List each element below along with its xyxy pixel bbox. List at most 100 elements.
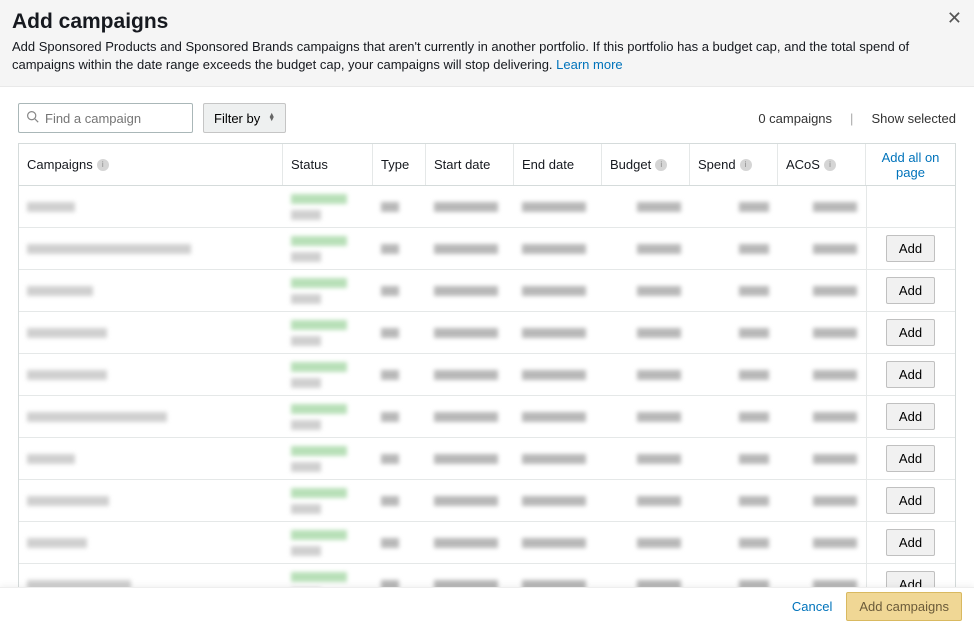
table-cell (602, 448, 690, 470)
table-body: AddAddAddAddAddAddAddAddAddAdd (19, 186, 955, 611)
table-cell (690, 238, 778, 260)
learn-more-link[interactable]: Learn more (556, 57, 622, 72)
sort-icon: ▲▼ (268, 114, 275, 122)
action-cell: Add (866, 522, 955, 563)
table-cell (19, 238, 283, 260)
table-cell (690, 448, 778, 470)
table-cell (690, 280, 778, 302)
action-cell: Add (866, 312, 955, 353)
table-header: Campaignsi Status Type Start date End da… (19, 144, 955, 186)
table-cell (514, 196, 602, 218)
action-cell (866, 186, 955, 227)
table-cell (373, 532, 426, 554)
toolbar: Filter by ▲▼ 0 campaigns | Show selected (0, 87, 974, 143)
table-cell (778, 238, 866, 260)
table-cell (373, 490, 426, 512)
table-cell (283, 188, 373, 226)
info-icon[interactable]: i (824, 159, 836, 171)
table-cell (514, 280, 602, 302)
table-cell (283, 272, 373, 310)
table-cell (602, 196, 690, 218)
table-cell (283, 314, 373, 352)
table-cell (778, 364, 866, 386)
table-cell (19, 532, 283, 554)
action-cell: Add (866, 480, 955, 521)
table-row: Add (19, 438, 955, 480)
table-cell (373, 364, 426, 386)
table-row (19, 186, 955, 228)
col-acos[interactable]: ACoSi (778, 144, 866, 185)
add-button[interactable]: Add (886, 403, 935, 430)
add-button[interactable]: Add (886, 487, 935, 514)
table-cell (426, 532, 514, 554)
table-cell (283, 230, 373, 268)
table-row: Add (19, 312, 955, 354)
table-cell (778, 322, 866, 344)
add-button[interactable]: Add (886, 319, 935, 346)
col-type[interactable]: Type (373, 144, 426, 185)
search-input[interactable] (18, 103, 193, 133)
add-button[interactable]: Add (886, 277, 935, 304)
table-cell (426, 322, 514, 344)
add-button[interactable]: Add (886, 235, 935, 262)
table-cell (426, 490, 514, 512)
table-cell (690, 490, 778, 512)
table-cell (514, 448, 602, 470)
table-cell (283, 524, 373, 562)
table-cell (690, 364, 778, 386)
col-spend[interactable]: Spendi (690, 144, 778, 185)
table-row: Add (19, 354, 955, 396)
add-button[interactable]: Add (886, 529, 935, 556)
table-row: Add (19, 480, 955, 522)
table-cell (19, 364, 283, 386)
table-cell (283, 440, 373, 478)
add-all-on-page-link[interactable]: Add all on page (874, 150, 947, 180)
table-cell (283, 398, 373, 436)
search-wrap (18, 103, 193, 133)
table-cell (19, 280, 283, 302)
table-cell (602, 406, 690, 428)
table-cell (778, 406, 866, 428)
table-cell (514, 406, 602, 428)
table-cell (514, 238, 602, 260)
action-cell: Add (866, 438, 955, 479)
table-cell (19, 196, 283, 218)
table-cell (19, 490, 283, 512)
dialog-title: Add campaigns (12, 10, 958, 34)
col-status[interactable]: Status (283, 144, 373, 185)
cancel-button[interactable]: Cancel (792, 599, 832, 614)
action-cell: Add (866, 270, 955, 311)
info-icon[interactable]: i (740, 159, 752, 171)
table-cell (690, 532, 778, 554)
table-cell (602, 322, 690, 344)
add-button[interactable]: Add (886, 361, 935, 388)
close-icon[interactable]: ✕ (947, 8, 962, 29)
col-start-date[interactable]: Start date (426, 144, 514, 185)
table-row: Add (19, 522, 955, 564)
col-budget[interactable]: Budgeti (602, 144, 690, 185)
col-action: Add all on page (866, 144, 955, 185)
table-cell (602, 364, 690, 386)
table-cell (778, 196, 866, 218)
table-cell (514, 322, 602, 344)
table-cell (373, 238, 426, 260)
col-end-date[interactable]: End date (514, 144, 602, 185)
table-cell (373, 448, 426, 470)
table-cell (19, 322, 283, 344)
table-cell (426, 196, 514, 218)
filter-by-button[interactable]: Filter by ▲▼ (203, 103, 286, 133)
show-selected-link[interactable]: Show selected (871, 111, 956, 126)
add-button[interactable]: Add (886, 445, 935, 472)
table-cell (426, 364, 514, 386)
info-icon[interactable]: i (97, 159, 109, 171)
action-cell: Add (866, 228, 955, 269)
col-campaigns[interactable]: Campaignsi (19, 144, 283, 185)
info-icon[interactable]: i (655, 159, 667, 171)
table-cell (690, 196, 778, 218)
table-cell (373, 322, 426, 344)
add-campaigns-button[interactable]: Add campaigns (846, 592, 962, 621)
table-cell (778, 280, 866, 302)
dialog-description: Add Sponsored Products and Sponsored Bra… (12, 38, 942, 74)
table-row: Add (19, 270, 955, 312)
table-cell (514, 490, 602, 512)
